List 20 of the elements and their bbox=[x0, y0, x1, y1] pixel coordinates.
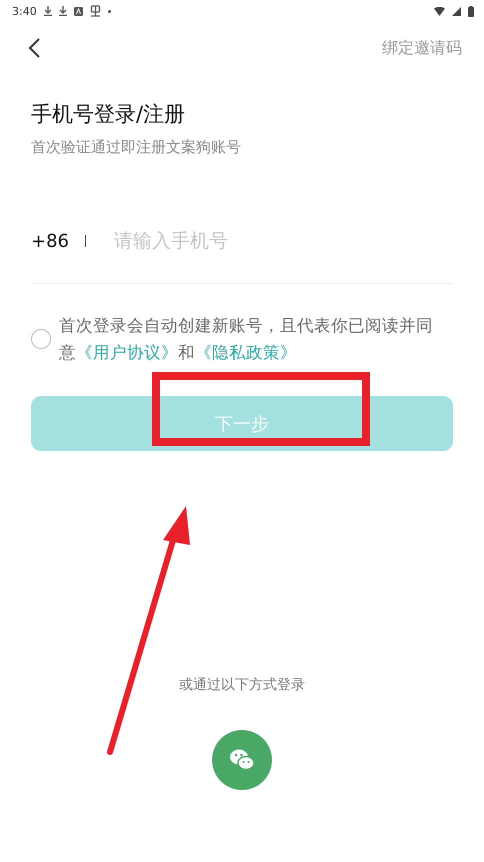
page-title: 手机号登录/注册 bbox=[31, 101, 186, 128]
status-time: 3:40 bbox=[12, 4, 37, 18]
download-icon bbox=[58, 6, 67, 16]
back-icon[interactable] bbox=[28, 38, 40, 58]
battery-icon bbox=[468, 6, 474, 16]
country-code[interactable]: +86 bbox=[31, 230, 69, 252]
dot-icon bbox=[108, 10, 111, 12]
bind-invite-code-link[interactable]: 绑定邀请码 bbox=[382, 38, 462, 58]
agreement-text: 首次登录会自动创建新账号，且代表你已阅读并同意《用户协议》和《隐私政策》 bbox=[59, 315, 434, 364]
wifi-icon bbox=[434, 6, 445, 16]
signal-icon bbox=[452, 6, 461, 16]
chat-bubbles-icon bbox=[229, 749, 255, 771]
app-icon bbox=[74, 6, 83, 16]
user-agreement-link[interactable]: 《用户协议》 bbox=[76, 343, 178, 362]
agree-radio[interactable] bbox=[31, 329, 51, 349]
bug-icon bbox=[90, 5, 101, 17]
privacy-policy-link[interactable]: 《隐私政策》 bbox=[195, 343, 297, 362]
download-icon bbox=[44, 6, 52, 16]
page-subtitle: 首次验证通过即注册文案狗账号 bbox=[31, 138, 242, 157]
alt-login-caption: 或通过以下方式登录 bbox=[179, 676, 305, 694]
